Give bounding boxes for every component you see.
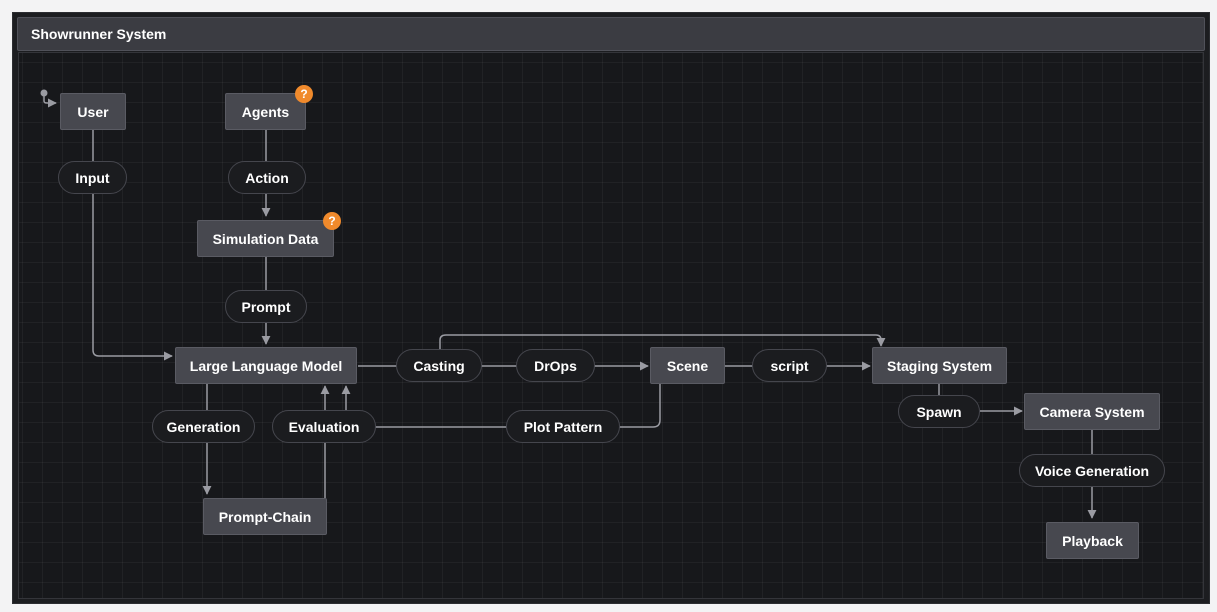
event-plot-pattern[interactable]: Plot Pattern	[506, 410, 620, 443]
question-mark-icon[interactable]: ?	[295, 85, 313, 103]
state-prompt-chain-label: Prompt-Chain	[218, 508, 312, 525]
event-casting[interactable]: Casting	[396, 349, 482, 382]
event-voice-generation[interactable]: Voice Generation	[1019, 454, 1165, 487]
state-scene[interactable]: Scene	[650, 347, 725, 384]
state-playback-label: Playback	[1062, 532, 1123, 549]
state-llm[interactable]: Large Language Model	[175, 347, 357, 384]
state-simulation-data[interactable]: Simulation Data	[197, 220, 334, 257]
state-simulation-data-label: Simulation Data	[212, 230, 319, 247]
diagram-canvas[interactable]	[18, 52, 1204, 599]
event-evaluation[interactable]: Evaluation	[272, 410, 376, 443]
badge-label: ?	[328, 214, 336, 228]
state-prompt-chain[interactable]: Prompt-Chain	[203, 498, 327, 535]
state-camera-system[interactable]: Camera System	[1024, 393, 1160, 430]
state-user[interactable]: User	[60, 93, 126, 130]
event-generation[interactable]: Generation	[152, 410, 255, 443]
event-action-label: Action	[245, 169, 289, 186]
event-action[interactable]: Action	[228, 161, 306, 194]
machine-frame: Showrunner System	[12, 12, 1210, 604]
event-drops[interactable]: DrOps	[516, 349, 595, 382]
question-mark-icon[interactable]: ?	[323, 212, 341, 230]
state-staging-system-label: Staging System	[886, 357, 993, 374]
event-input[interactable]: Input	[58, 161, 127, 194]
event-input-label: Input	[75, 169, 110, 186]
state-llm-label: Large Language Model	[189, 357, 343, 374]
state-agents[interactable]: Agents	[225, 93, 306, 130]
event-generation-label: Generation	[166, 418, 241, 435]
machine-title: Showrunner System	[31, 26, 167, 42]
event-plot-pattern-label: Plot Pattern	[523, 418, 603, 435]
event-drops-label: DrOps	[534, 357, 577, 374]
event-script-label: script	[770, 357, 809, 374]
state-staging-system[interactable]: Staging System	[872, 347, 1007, 384]
event-script[interactable]: script	[752, 349, 827, 382]
event-casting-label: Casting	[413, 357, 465, 374]
state-playback[interactable]: Playback	[1046, 522, 1139, 559]
event-spawn-label: Spawn	[916, 403, 962, 420]
state-user-label: User	[77, 103, 109, 120]
badge-label: ?	[300, 87, 308, 101]
event-spawn[interactable]: Spawn	[898, 395, 980, 428]
state-agents-label: Agents	[241, 103, 290, 120]
event-voice-generation-label: Voice Generation	[1034, 462, 1150, 479]
event-evaluation-label: Evaluation	[288, 418, 360, 435]
state-scene-label: Scene	[666, 357, 709, 374]
machine-header[interactable]: Showrunner System	[17, 17, 1205, 51]
state-camera-system-label: Camera System	[1039, 403, 1145, 420]
event-prompt-label: Prompt	[241, 298, 291, 315]
event-prompt[interactable]: Prompt	[225, 290, 307, 323]
